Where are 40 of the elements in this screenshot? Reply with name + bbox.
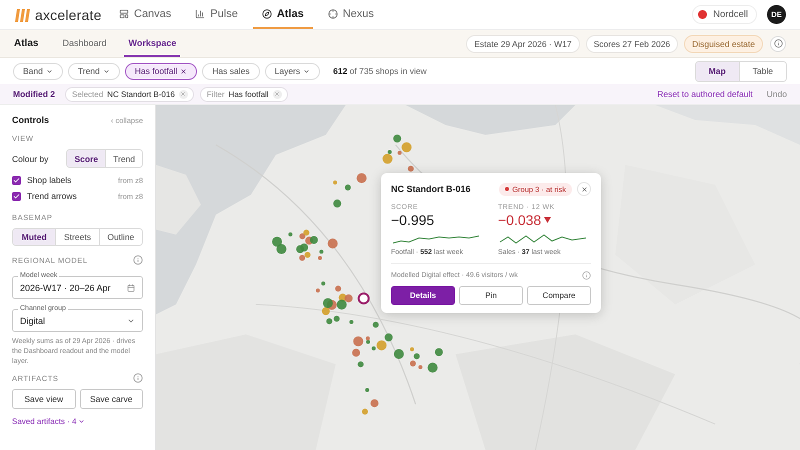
- view-toggle[interactable]: Map: [696, 62, 739, 80]
- page-tab[interactable]: Dashboard: [58, 30, 110, 57]
- popup-title: NC Standort B-016: [391, 184, 471, 194]
- nav-tab[interactable]: Nexus: [318, 0, 383, 29]
- nav-tab[interactable]: Canvas: [110, 0, 180, 29]
- save-button[interactable]: Save view: [12, 389, 76, 410]
- trend-value: −0.038: [498, 212, 542, 228]
- warning-chip: Disguised estate: [684, 34, 763, 52]
- checkbox-label: Trend arrows: [27, 191, 77, 201]
- filter-chip[interactable]: Layers: [264, 62, 320, 80]
- filter-chip[interactable]: Has footfall: [124, 62, 198, 80]
- view-toggle[interactable]: Table: [738, 62, 786, 80]
- organization-switcher[interactable]: Nordcell: [692, 5, 757, 24]
- segment-option[interactable]: Muted: [13, 229, 56, 245]
- popup-button[interactable]: Details: [391, 286, 455, 305]
- info-chip: Scores 27 Feb 2026: [586, 34, 678, 52]
- segment-option[interactable]: Score: [67, 150, 106, 167]
- page-tab[interactable]: Workspace: [124, 30, 180, 57]
- info-chip: Estate 29 Apr 2026 · W17: [466, 34, 580, 52]
- modified-label: Modified 2: [13, 89, 56, 99]
- filter-chip[interactable]: Has sales: [202, 62, 260, 80]
- reset-link[interactable]: Reset to authored default: [657, 89, 753, 99]
- popup-button[interactable]: Compare: [527, 286, 591, 305]
- panel-title: Controls: [12, 115, 49, 125]
- save-button[interactable]: Save carve: [80, 389, 143, 410]
- brand-name: axcelerate: [35, 6, 102, 22]
- segment-option[interactable]: Trend: [105, 150, 142, 167]
- modification-chip[interactable]: Selected NC Standort B-016: [65, 86, 194, 102]
- page-title: Atlas: [14, 38, 38, 49]
- nav-tab[interactable]: Pulse: [186, 0, 247, 29]
- field-label: Colour by: [12, 154, 48, 164]
- modification-chip[interactable]: Filter Has footfall: [200, 86, 288, 102]
- shop-count: 612 of 735 shops in view: [333, 66, 427, 76]
- filter-chip[interactable]: Trend: [68, 62, 120, 80]
- score-value: −0.995: [391, 212, 436, 228]
- segment-option[interactable]: Outline: [98, 229, 142, 245]
- saved-artifacts-link[interactable]: Saved artifacts · 4: [12, 417, 143, 426]
- filter-chip[interactable]: Band: [13, 62, 63, 80]
- checkbox-label: Shop labels: [27, 175, 72, 185]
- popup-button[interactable]: Pin: [459, 286, 523, 305]
